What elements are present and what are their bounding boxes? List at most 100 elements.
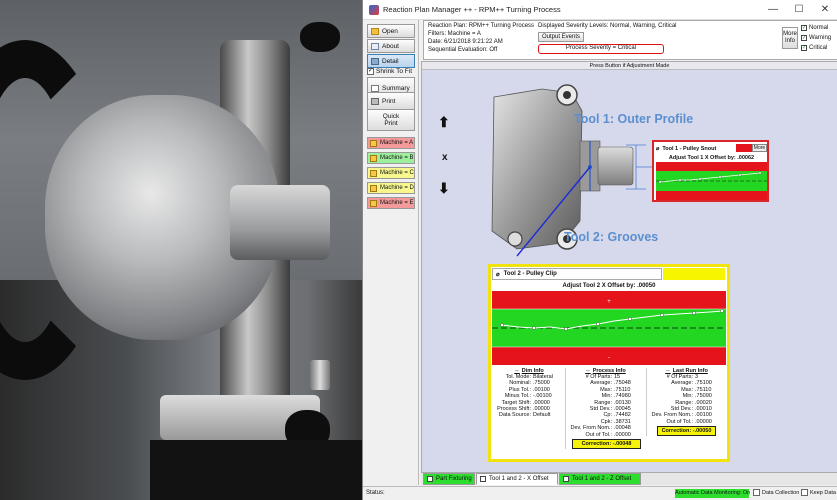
tool1-adjust-text: Adjust Tool 1 X Offset by: .00062	[668, 155, 755, 161]
tab-part-fixturing[interactable]: Part Fixturing	[423, 473, 475, 485]
tab-tool-x-offset[interactable]: Tool 1 and 2 - X Offset	[476, 473, 558, 485]
tool2-control-chart: + -	[492, 291, 726, 365]
keep-data-checkbox[interactable]	[801, 489, 808, 496]
data-collection-checkbox[interactable]	[753, 489, 760, 496]
more-info-button[interactable]: More Info	[782, 27, 798, 49]
last-run-info-panel: ⇔ Last Run Info # Of Parts: 3 Average: .751…	[646, 368, 726, 437]
tool2-name: Tool 2 - Pulley Clip	[503, 271, 557, 277]
open-button[interactable]: Open	[367, 24, 415, 38]
machine-e-button[interactable]: Machine = E	[367, 197, 415, 209]
app-icon	[369, 5, 379, 15]
more-info-label-1: More	[783, 31, 797, 37]
machine-c-label: Machine = C	[380, 170, 414, 176]
quick-print-label-1: Quick	[382, 113, 400, 120]
locating-pin	[310, 360, 330, 390]
process-info-panel: ⇔ Process Info # Of Parts: 15 Average: .750…	[565, 368, 645, 450]
info-value: .00000	[695, 418, 712, 425]
quick-print-button[interactable]: Quick Print	[367, 109, 415, 131]
shrink-checkbox[interactable]: ✓	[367, 68, 374, 75]
down-arrow-icon: ⬇	[438, 180, 450, 196]
info-icon	[371, 42, 379, 50]
machine-d-label: Machine = D	[380, 185, 414, 191]
tool1-label: Tool 1: Outer Profile	[574, 112, 694, 126]
pulley-hub	[230, 185, 330, 260]
critical-label: Critical	[809, 45, 828, 51]
tool2-card[interactable]: ⌀ Tool 2 - Pulley Clip Adjust Tool 2 X O…	[488, 264, 730, 462]
normal-toggle[interactable]: ✓ Normal	[801, 25, 828, 31]
adjustment-banner[interactable]: Press Button if Adjustment Made	[422, 62, 837, 70]
tab-icon	[427, 476, 433, 482]
machine-icon	[370, 154, 377, 162]
last-run-info-rows: # Of Parts: 3 Average: .75100 Max: .75110 Min:…	[647, 374, 726, 425]
machine-e-label: Machine = E	[380, 200, 414, 206]
summary-label: Summary	[382, 84, 410, 92]
tool1-control-chart	[656, 162, 767, 200]
keep-data-toggle[interactable]: Keep Data	[801, 489, 836, 496]
machine-b-button[interactable]: Machine = B	[367, 152, 415, 164]
info-key: Out of Tol.:	[585, 431, 613, 438]
about-button[interactable]: About	[367, 39, 415, 53]
top-clamp-knob	[300, 22, 340, 52]
title-bar: Reaction Plan Manager ++ - RPM++ Turning…	[363, 0, 837, 20]
maximize-button[interactable]: ☐	[786, 0, 812, 20]
open-label: Open	[382, 27, 398, 35]
last-run-correction: Correction: -.00050	[657, 426, 716, 437]
machine-icon	[370, 199, 377, 207]
data-collection-toggle[interactable]: Data Collection	[753, 489, 799, 496]
info-row: Out of Tol.: .00000	[647, 419, 726, 425]
critical-checkbox[interactable]: ✓	[801, 45, 807, 51]
tab-label: Part Fixturing	[436, 476, 472, 482]
info-value: .00000	[614, 431, 631, 438]
print-button[interactable]: Print	[367, 92, 415, 110]
machine-c-button[interactable]: Machine = C	[367, 167, 415, 179]
machine-a-button[interactable]: Machine = A	[367, 137, 415, 149]
warning-label: Warning	[809, 35, 832, 41]
more-info-label-2: Info	[784, 38, 795, 44]
print-label: Print	[382, 97, 396, 105]
machine-icon	[370, 184, 377, 192]
main-view: Press Button if Adjustment Made ⬆ x ⬇ To…	[421, 61, 837, 473]
header-panel: Reaction Plan: RPM++ Turning Process Fil…	[423, 20, 837, 60]
tool1-card[interactable]: ⌀ Tool 1 - Pulley Snout More Adjust Tool…	[652, 140, 769, 202]
shrink-to-fit-toggle[interactable]: ✓ Shrink To Fit	[367, 68, 412, 75]
info-value: Default	[533, 412, 551, 419]
svg-text:-: -	[608, 355, 610, 361]
normal-checkbox[interactable]: ✓	[801, 25, 807, 31]
warning-checkbox[interactable]: ✓	[801, 35, 807, 41]
close-button[interactable]: ✕	[812, 0, 837, 20]
tool1-more-button[interactable]: More	[752, 144, 767, 152]
print-icon	[371, 97, 379, 105]
window-title: Reaction Plan Manager ++ - RPM++ Turning…	[383, 5, 561, 14]
reaction-plan-text: Reaction Plan: RPM++ Turning Process	[428, 23, 535, 29]
warning-toggle[interactable]: ✓ Warning	[801, 35, 831, 41]
tab-tool-z-offset[interactable]: Tool 1 and 2 - Z Offset	[559, 473, 641, 485]
machine-icon	[370, 139, 377, 147]
detail-label: Detail	[382, 57, 399, 65]
tab-label: Tool 1 and 2 - Z Offset	[572, 476, 632, 482]
dim-info-panel: ⇔ Dim Info Tol. Mode: Bilateral Nominal: .7…	[493, 368, 565, 419]
tab-icon	[480, 476, 486, 482]
tool1-severity-indicator	[736, 144, 752, 152]
minimize-button[interactable]: —	[760, 0, 786, 20]
x-axis-label: x	[442, 152, 448, 163]
machine-photo	[0, 0, 362, 500]
status-label: Status:	[366, 490, 385, 496]
app-window: Reaction Plan Manager ++ - RPM++ Turning…	[362, 0, 837, 500]
output-events-button[interactable]: Output Events	[538, 32, 585, 42]
process-correction: Correction: -.00048	[572, 439, 641, 450]
folder-icon	[371, 27, 379, 35]
svg-text:+: +	[607, 299, 611, 305]
critical-toggle[interactable]: ✓ Critical	[801, 45, 827, 51]
detail-button[interactable]: Detail	[367, 54, 415, 68]
no-symbol-icon: ⌀	[496, 271, 500, 278]
machine-icon	[370, 169, 377, 177]
quick-print-label-2: Print	[384, 120, 398, 127]
tab-icon	[563, 476, 569, 482]
data-collection-label: Data Collection	[762, 489, 800, 496]
no-symbol-icon: ⌀	[656, 145, 660, 152]
tool2-header: ⌀ Tool 2 - Pulley Clip	[492, 268, 662, 280]
process-severity-button[interactable]: Process Severity = Critical	[538, 44, 664, 54]
auto-monitoring-indicator[interactable]: Automatic Data Monitoring: On	[675, 489, 750, 498]
machine-d-button[interactable]: Machine = D	[367, 182, 415, 194]
tab-label: Tool 1 and 2 - X Offset	[489, 476, 549, 482]
